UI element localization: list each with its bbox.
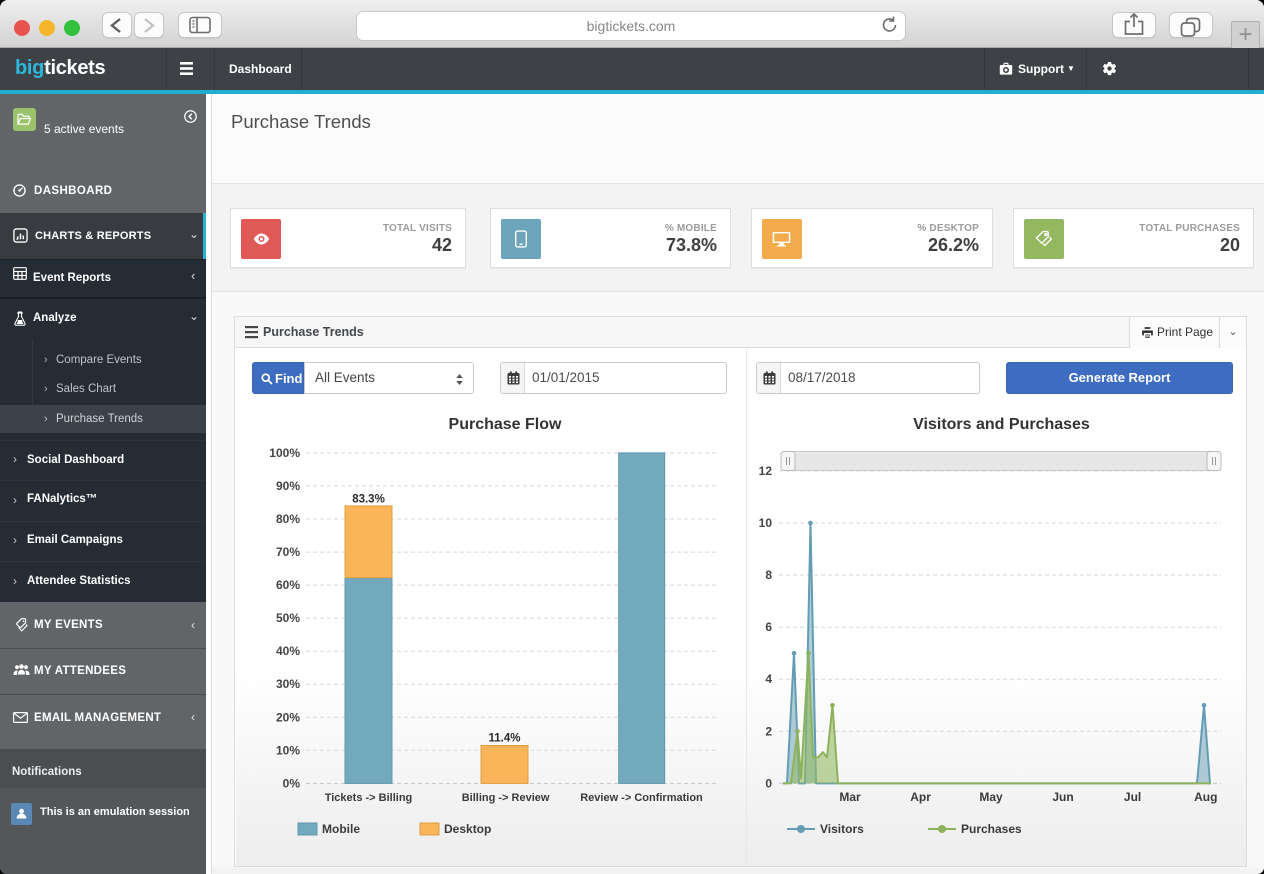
svg-text:8: 8 xyxy=(765,568,772,582)
svg-text:30%: 30% xyxy=(276,677,300,691)
svg-text:Aug: Aug xyxy=(1194,790,1217,804)
svg-text:Review -> Confirmation: Review -> Confirmation xyxy=(580,792,703,804)
svg-text:100%: 100% xyxy=(269,446,300,460)
svg-text:11.4%: 11.4% xyxy=(489,733,521,745)
svg-text:Mar: Mar xyxy=(839,790,861,804)
svg-text:6: 6 xyxy=(765,620,772,634)
svg-text:May: May xyxy=(979,790,1003,804)
svg-text:80%: 80% xyxy=(276,512,300,526)
svg-text:Jul: Jul xyxy=(1124,790,1141,804)
svg-text:Mobile: Mobile xyxy=(322,822,360,836)
svg-text:50%: 50% xyxy=(276,611,300,625)
svg-text:Tickets -> Billing: Tickets -> Billing xyxy=(325,792,413,804)
svg-text:20%: 20% xyxy=(276,710,300,724)
svg-text:Purchases: Purchases xyxy=(961,822,1022,836)
svg-text:83.3%: 83.3% xyxy=(352,494,385,506)
svg-text:70%: 70% xyxy=(276,545,300,559)
svg-text:60%: 60% xyxy=(276,578,300,592)
svg-text:Apr: Apr xyxy=(910,790,931,804)
svg-text:2: 2 xyxy=(765,724,772,738)
svg-text:10: 10 xyxy=(759,516,773,530)
svg-text:0%: 0% xyxy=(283,776,301,790)
svg-text:Visitors: Visitors xyxy=(820,822,864,836)
svg-text:Billing -> Review: Billing -> Review xyxy=(462,792,550,804)
svg-text:12: 12 xyxy=(759,464,773,478)
svg-text:10%: 10% xyxy=(276,743,300,757)
svg-text:Desktop: Desktop xyxy=(444,822,491,836)
svg-text:4: 4 xyxy=(765,672,772,686)
svg-text:Purchase Flow: Purchase Flow xyxy=(449,416,562,433)
svg-text:Visitors and Purchases: Visitors and Purchases xyxy=(913,416,1090,433)
svg-text:90%: 90% xyxy=(276,479,300,493)
svg-text:0: 0 xyxy=(765,776,772,790)
svg-text:40%: 40% xyxy=(276,644,300,658)
svg-text:Jun: Jun xyxy=(1052,790,1073,804)
